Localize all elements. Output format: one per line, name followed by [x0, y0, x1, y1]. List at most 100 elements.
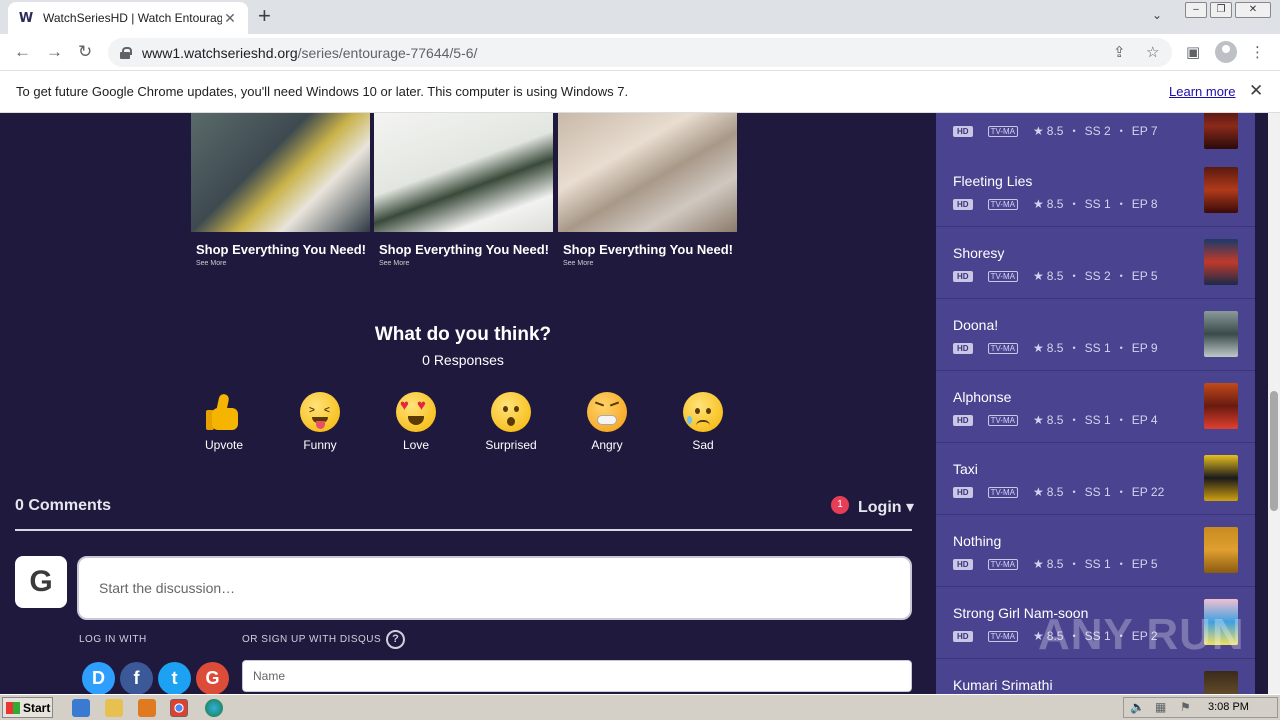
ie-icon[interactable]: [72, 699, 90, 717]
list-item[interactable]: Doona! HD TV-MA ★ 8.5 • SS 1 • EP 9: [936, 299, 1255, 371]
reaction-surprised[interactable]: Surprised: [479, 392, 543, 452]
star-icon: ★: [1033, 197, 1044, 211]
network-icon[interactable]: ▦: [1155, 700, 1166, 714]
item-title: Fleeting Lies: [953, 173, 1033, 189]
edge-icon[interactable]: [205, 699, 223, 717]
star-icon: ★: [1033, 124, 1044, 138]
list-item[interactable]: Kumari Srimathi: [936, 659, 1255, 694]
star-icon: ★: [1033, 413, 1044, 427]
discussion-input[interactable]: Start the discussion…: [77, 556, 912, 620]
log-in-with-label: LOG IN WITH: [79, 634, 147, 645]
ad-title: Shop Everything You Need!: [196, 242, 366, 257]
item-title: Kumari Srimathi: [953, 677, 1053, 693]
ad-image: [191, 113, 370, 232]
tab-close-icon[interactable]: ✕: [222, 10, 238, 27]
surprised-face-icon: [491, 392, 531, 432]
item-meta: HD TV-MA ★ 8.5 • SS 1 • EP 9: [953, 341, 1158, 355]
poster-image: [1204, 527, 1238, 573]
browser-tab[interactable]: W WatchSeriesHD | Watch Entourage ( ✕: [8, 2, 248, 34]
comments-divider: [15, 529, 912, 531]
menu-icon[interactable]: ⋮: [1250, 43, 1265, 61]
tab-title: WatchSeriesHD | Watch Entourage (: [43, 11, 222, 25]
user-avatar: G: [15, 556, 67, 608]
item-meta: HD TV-MA ★ 8.5 • SS 2 • EP 7: [953, 124, 1158, 138]
facebook-login-icon[interactable]: f: [120, 662, 153, 694]
tongue-face-icon: > <: [300, 392, 340, 432]
ad-see-more[interactable]: See More: [191, 260, 370, 267]
browser-toolbar: ← → ↻ www1.watchserieshd.org/series/ento…: [0, 34, 1280, 71]
side-panel-icon[interactable]: ▣: [1186, 43, 1200, 61]
site-favicon-icon: W: [18, 10, 34, 26]
page-scrollbar[interactable]: [1268, 113, 1280, 694]
reaction-label: Angry: [591, 438, 623, 452]
reload-icon[interactable]: ↻: [78, 42, 92, 62]
poster-image: [1204, 311, 1238, 357]
reaction-sad[interactable]: Sad: [671, 392, 735, 452]
reactions-title: What do you think?: [374, 324, 552, 345]
media-player-icon[interactable]: [138, 699, 156, 717]
item-meta: HD TV-MA ★ 8.5 • SS 1 • EP 8: [953, 197, 1158, 211]
list-item[interactable]: Alphonse HD TV-MA ★ 8.5 • SS 1 • EP 4: [936, 371, 1255, 443]
reaction-angry[interactable]: Angry: [575, 392, 639, 452]
item-title: Alphonse: [953, 389, 1012, 405]
reaction-upvote[interactable]: Upvote: [192, 392, 256, 452]
list-item[interactable]: Taxi HD TV-MA ★ 8.5 • SS 1 • EP 22: [936, 443, 1255, 515]
windows-taskbar: Start 🔈 ▦ ⚑ 3:08 PM: [0, 694, 1280, 720]
tab-search-icon[interactable]: ⌄: [1152, 8, 1162, 22]
minimize-icon[interactable]: –: [1185, 2, 1207, 18]
name-field[interactable]: Name: [242, 660, 912, 692]
chrome-icon[interactable]: [170, 699, 188, 717]
share-icon[interactable]: ⇪: [1113, 43, 1126, 61]
notification-badge[interactable]: 1: [831, 496, 849, 514]
heart-eyes-icon: ♥ ♥: [396, 392, 436, 432]
new-tab-icon[interactable]: +: [258, 5, 271, 27]
ad-card[interactable]: Shop Everything You Need! See More: [374, 113, 553, 267]
list-item[interactable]: Nothing HD TV-MA ★ 8.5 • SS 1 • EP 5: [936, 515, 1255, 587]
ad-title: Shop Everything You Need!: [379, 242, 549, 257]
windows-flag-icon: [6, 701, 20, 714]
star-icon: ★: [1033, 557, 1044, 571]
reaction-label: Upvote: [204, 438, 244, 452]
star-icon: ★: [1033, 341, 1044, 355]
lock-icon: [120, 46, 132, 59]
ad-card[interactable]: Shop Everything You Need! See More: [558, 113, 737, 267]
watermark: ANY RUN: [1038, 610, 1245, 659]
item-meta: HD TV-MA ★ 8.5 • SS 2 • EP 5: [953, 269, 1158, 283]
tab-strip: W WatchSeriesHD | Watch Entourage ( ✕ + …: [0, 0, 1280, 34]
help-icon[interactable]: ?: [386, 630, 405, 649]
infobar-close-icon[interactable]: ✕: [1249, 81, 1263, 101]
item-title: Taxi: [953, 461, 978, 477]
ad-see-more[interactable]: See More: [374, 260, 553, 267]
disqus-login-icon[interactable]: D: [82, 662, 115, 694]
volume-icon[interactable]: 🔈: [1130, 700, 1145, 714]
start-button[interactable]: Start: [2, 697, 53, 718]
google-login-icon[interactable]: G: [196, 662, 229, 694]
back-icon[interactable]: ←: [14, 42, 31, 62]
bookmark-star-icon[interactable]: ☆: [1146, 43, 1159, 61]
infobar-message: To get future Google Chrome updates, you…: [16, 84, 629, 99]
reaction-love[interactable]: ♥ ♥ Love: [384, 392, 448, 452]
twitter-login-icon[interactable]: t: [158, 662, 191, 694]
explorer-icon[interactable]: [105, 699, 123, 717]
list-item[interactable]: Fleeting Lies HD TV-MA ★ 8.5 • SS 1 • EP 8: [936, 155, 1255, 227]
reactions-count: 0 Responses: [422, 352, 504, 368]
restore-icon[interactable]: ❐: [1210, 2, 1232, 18]
window-close-icon[interactable]: ✕: [1235, 2, 1271, 18]
flag-notify-icon[interactable]: ⚑: [1180, 700, 1191, 714]
reaction-label: Love: [402, 438, 430, 452]
login-dropdown[interactable]: Login ▾: [858, 497, 914, 517]
poster-image: [1204, 455, 1238, 501]
angry-face-icon: [587, 392, 627, 432]
forward-icon[interactable]: →: [46, 42, 63, 62]
item-title: Shoresy: [953, 245, 1005, 261]
list-item[interactable]: Shoresy HD TV-MA ★ 8.5 • SS 2 • EP 5: [936, 227, 1255, 299]
address-bar[interactable]: www1.watchserieshd.org/series/entourage-…: [108, 38, 1172, 67]
reaction-funny[interactable]: > < Funny: [288, 392, 352, 452]
ad-see-more[interactable]: See More: [558, 260, 737, 267]
sad-face-icon: [683, 392, 723, 432]
reaction-label: Funny: [303, 438, 337, 452]
learn-more-link[interactable]: Learn more: [1169, 84, 1235, 99]
scrollbar-thumb[interactable]: [1270, 391, 1278, 511]
profile-avatar-icon[interactable]: [1215, 41, 1237, 63]
ad-card[interactable]: Shop Everything You Need! See More: [191, 113, 370, 267]
